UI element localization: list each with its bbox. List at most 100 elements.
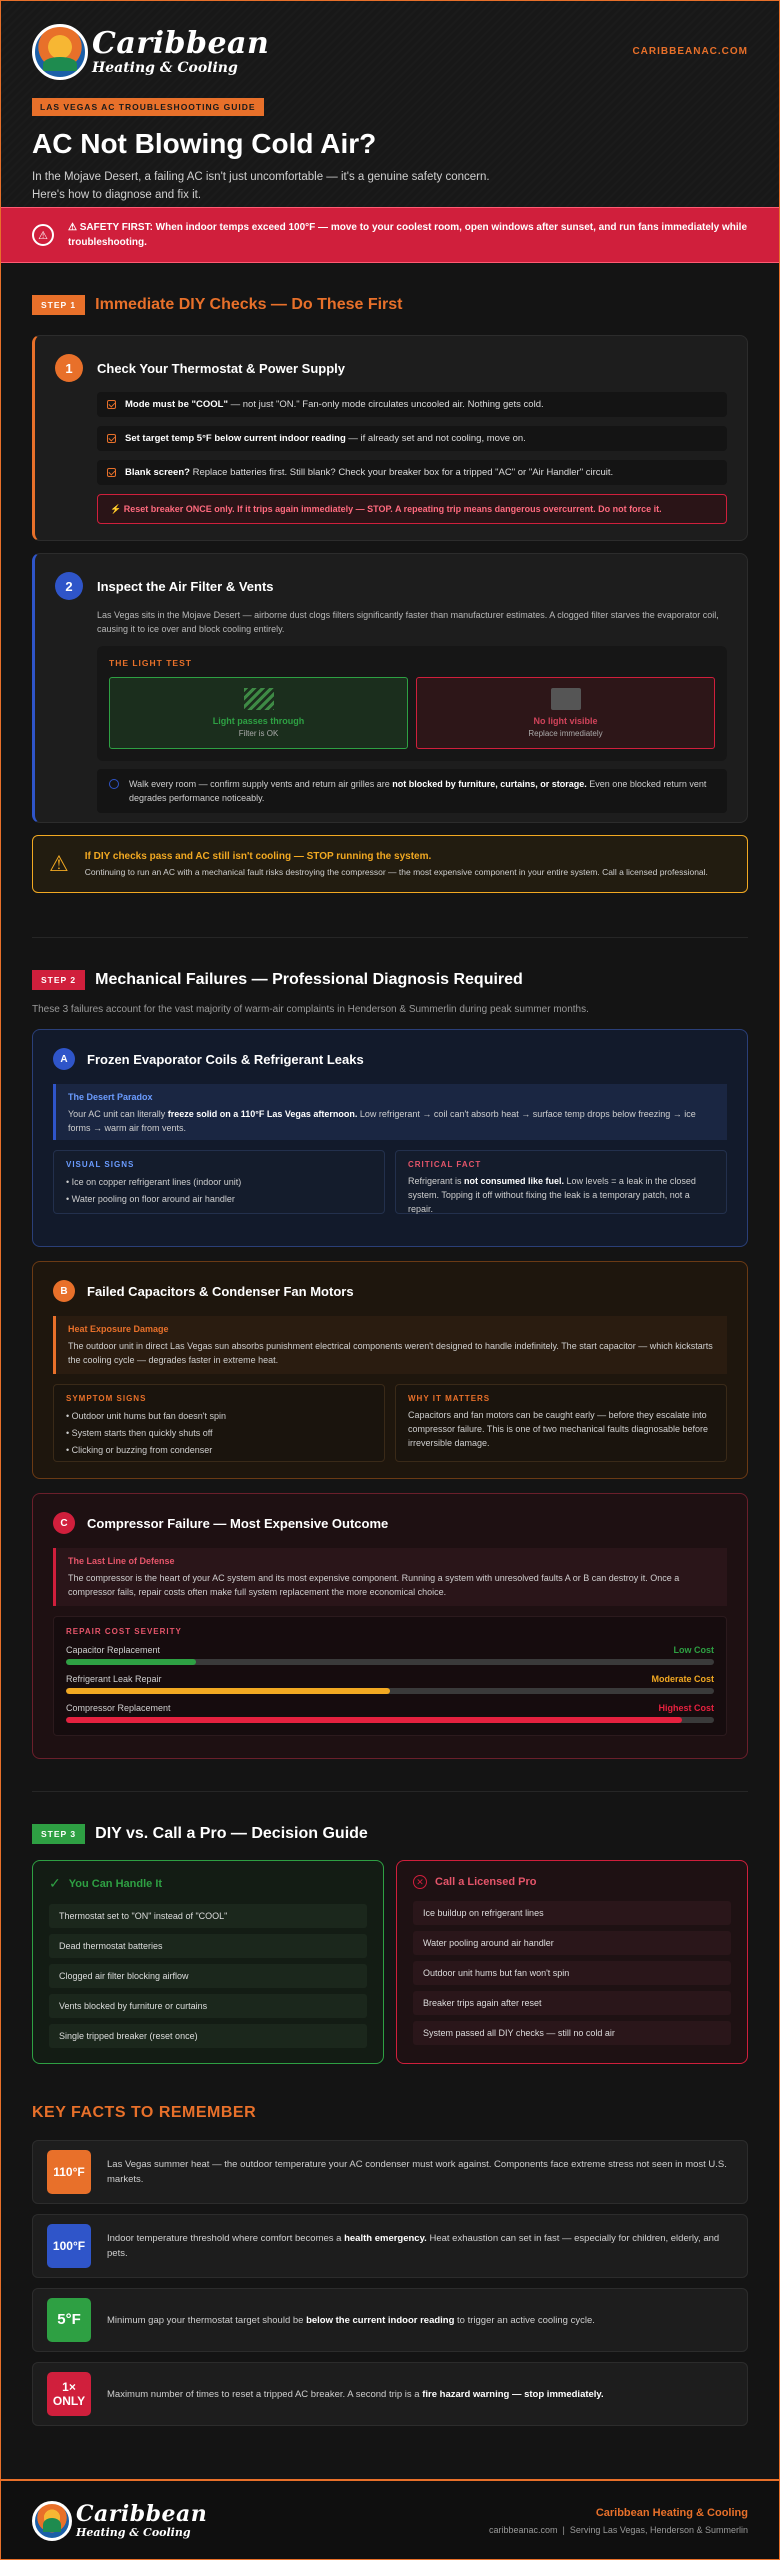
step2-title: Mechanical Failures — Professional Diagn… (95, 971, 523, 988)
logo-name: Caribbean (92, 26, 270, 61)
cost-level: Highest Cost (658, 1703, 714, 1713)
step3-section: STEP 3 DIY vs. Call a Pro — Decision Gui… (0, 1824, 780, 2064)
light-test-box: THE LIGHT TEST Light passes through Filt… (97, 646, 727, 761)
fact-text: Las Vegas summer heat — the outdoor temp… (107, 2159, 727, 2185)
cost-bar-track (66, 1659, 714, 1665)
cost-bar-track (66, 1717, 714, 1723)
visual-signs-box: VISUAL SIGNS Ice on copper refrigerant l… (53, 1150, 385, 1214)
cost-bar-row: Compressor Replacement Highest Cost (66, 1703, 714, 1723)
step3-badge: STEP 3 (32, 1824, 86, 1844)
stop-callout: ⚠ If DIY checks pass and AC still isn't … (32, 835, 748, 893)
intro-text: In the Mojave Desert, a failing AC isn't… (32, 171, 490, 201)
stop-text: Continuing to run an AC with a mechanica… (84, 867, 708, 877)
palm-sun-logo-icon (32, 2500, 72, 2541)
why-matters-box: WHY IT MATTERS Capacitors and fan motors… (395, 1384, 727, 1462)
safety-text: ⚠ SAFETY FIRST: When indoor temps exceed… (68, 222, 748, 248)
card-title: Check Your Thermostat & Power Supply (97, 360, 346, 376)
letter-badge: A (53, 1048, 75, 1070)
step2-badge: STEP 2 (32, 970, 86, 990)
card-title: Failed Capacitors & Condenser Fan Motors (87, 1283, 354, 1299)
page-header: Caribbean Heating & Cooling CARIBBEANAC.… (0, 0, 780, 207)
page-title: AC Not Blowing Cold Air? (32, 128, 377, 159)
cost-bar-label: Capacitor Replacement (66, 1645, 161, 1655)
cost-level: Moderate Cost (651, 1674, 714, 1684)
step1-badge: STEP 1 (32, 295, 86, 315)
desert-paradox-callout: The Desert Paradox Your AC unit can lite… (53, 1084, 727, 1140)
list-item: Single tripped breaker (reset once) (49, 2024, 367, 2048)
fact-text: Indoor temperature threshold where comfo… (107, 2233, 720, 2259)
checkbox-icon (107, 400, 116, 409)
list-item: Outdoor unit hums but fan won't spin (413, 1961, 731, 1985)
list-item: System starts then quickly shuts off (66, 1425, 372, 1442)
warning-icon: ⚠ (32, 224, 54, 246)
checkbox-icon (107, 434, 116, 443)
filter-card: 2 Inspect the Air Filter & Vents Las Veg… (32, 553, 748, 823)
last-defense-callout: The Last Line of Defense The compressor … (53, 1548, 727, 1606)
check-icon: ✓ (49, 1875, 61, 1891)
checklist-item: Mode must be "COOL" — not just "ON." Fan… (97, 392, 727, 417)
logo-subtitle: Heating & Cooling (92, 60, 238, 76)
list-item: Dead thermostat batteries (49, 1934, 367, 1958)
key-facts-title: KEY FACTS TO REMEMBER (32, 2104, 257, 2121)
footer-meta[interactable]: caribbeanac.com | Serving Las Vegas, Hen… (489, 2525, 748, 2535)
failure-card-b: B Failed Capacitors & Condenser Fan Moto… (32, 1261, 748, 1479)
step-number-badge: 1 (55, 354, 83, 382)
key-fact-row: 5°F Minimum gap your thermostat target sh… (32, 2288, 748, 2352)
list-item: Clogged air filter blocking airflow (49, 1964, 367, 1988)
key-fact-row: 110°F Las Vegas summer heat — the outdoor… (32, 2140, 748, 2204)
list-item: Ice on copper refrigerant lines (indoor … (66, 1174, 372, 1191)
filter-clogged-icon (550, 688, 581, 710)
list-item: Thermostat set to "ON" instead of "COOL" (49, 1904, 367, 1928)
footer-logo[interactable]: Caribbean Heating & Cooling (32, 2500, 208, 2541)
failure-card-a: A Frozen Evaporator Coils & Refrigerant … (32, 1029, 748, 1247)
checkbox-icon (107, 468, 116, 477)
light-test-label: THE LIGHT TEST (109, 658, 192, 668)
cost-bar-fill (66, 1688, 390, 1694)
failure-card-c: C Compressor Failure — Most Expensive Ou… (32, 1493, 748, 1759)
pro-panel: ✕ Call a Licensed Pro Ice buildup on ref… (396, 1860, 748, 2064)
light-ok-sub: Filter is OK (238, 729, 279, 738)
list-item: Water pooling on floor around air handle… (66, 1191, 372, 1208)
section-divider (32, 1791, 748, 1792)
vent-check-row: Walk every room — confirm supply vents a… (97, 769, 727, 813)
diy-panel: ✓ You Can Handle It Thermostat set to "O… (32, 1860, 384, 2064)
vent-text: Walk every room — confirm supply vents a… (129, 779, 707, 803)
key-facts-section: KEY FACTS TO REMEMBER 110°F Las Vegas sum… (0, 2104, 780, 2426)
step1-section: STEP 1 Immediate DIY Checks — Do These F… (0, 295, 780, 893)
logo-name: Caribbean (76, 2501, 208, 2527)
step2-subtitle: These 3 failures account for the vast ma… (32, 1004, 589, 1015)
breaker-warning: ⚡ Reset breaker ONCE only. If it trips a… (97, 494, 727, 524)
thermostat-card: 1 Check Your Thermostat & Power Supply M… (32, 335, 748, 541)
site-link[interactable]: CARIBBEANAC.COM (632, 46, 748, 57)
cost-severity-box: REPAIR COST SEVERITY Capacitor Replaceme… (53, 1616, 727, 1736)
page-footer: Caribbean Heating & Cooling Caribbean He… (0, 2479, 780, 2560)
guide-tag: LAS VEGAS AC TROUBLESHOOTING GUIDE (32, 98, 264, 116)
list-item: Breaker trips again after reset (413, 1991, 731, 2015)
symptom-signs-box: SYMPTOM SIGNS Outdoor unit hums but fan … (53, 1384, 385, 1462)
letter-badge: C (53, 1512, 75, 1534)
card-title: Inspect the Air Filter & Vents (97, 578, 274, 594)
cost-bar-fill (66, 1717, 682, 1723)
pro-title: Call a Licensed Pro (435, 1876, 537, 1888)
critical-fact-box: CRITICAL FACT Refrigerant is not consume… (395, 1150, 727, 1214)
card-title: Frozen Evaporator Coils & Refrigerant Le… (87, 1051, 364, 1067)
key-fact-row: 100°F Indoor temperature threshold where … (32, 2214, 748, 2278)
fact-badge: 5°F (47, 2298, 91, 2342)
card-title: Compressor Failure — Most Expensive Outc… (87, 1515, 389, 1531)
list-item: Outdoor unit hums but fan doesn't spin (66, 1408, 372, 1425)
fact-badge: 110°F (47, 2150, 91, 2194)
list-item: Vents blocked by furniture or curtains (49, 1994, 367, 2018)
light-bad-sub: Replace immediately (528, 729, 603, 738)
fact-text: Minimum gap your thermostat target shoul… (107, 2314, 595, 2326)
close-circle-icon: ✕ (413, 1875, 427, 1889)
diy-title: You Can Handle It (68, 1877, 163, 1890)
step2-section: STEP 2 Mechanical Failures — Professiona… (0, 970, 780, 1759)
warning-triangle-icon: ⚠ (49, 851, 69, 876)
fact-badge: 1× ONLY (47, 2372, 91, 2416)
section-divider (32, 937, 748, 938)
light-bad-title: No light visible (533, 716, 598, 726)
step-number-badge: 2 (55, 572, 83, 600)
cost-level: Low Cost (673, 1645, 715, 1655)
filter-ok-icon (243, 688, 274, 710)
filter-description: Las Vegas sits in the Mojave Desert — ai… (97, 610, 719, 634)
